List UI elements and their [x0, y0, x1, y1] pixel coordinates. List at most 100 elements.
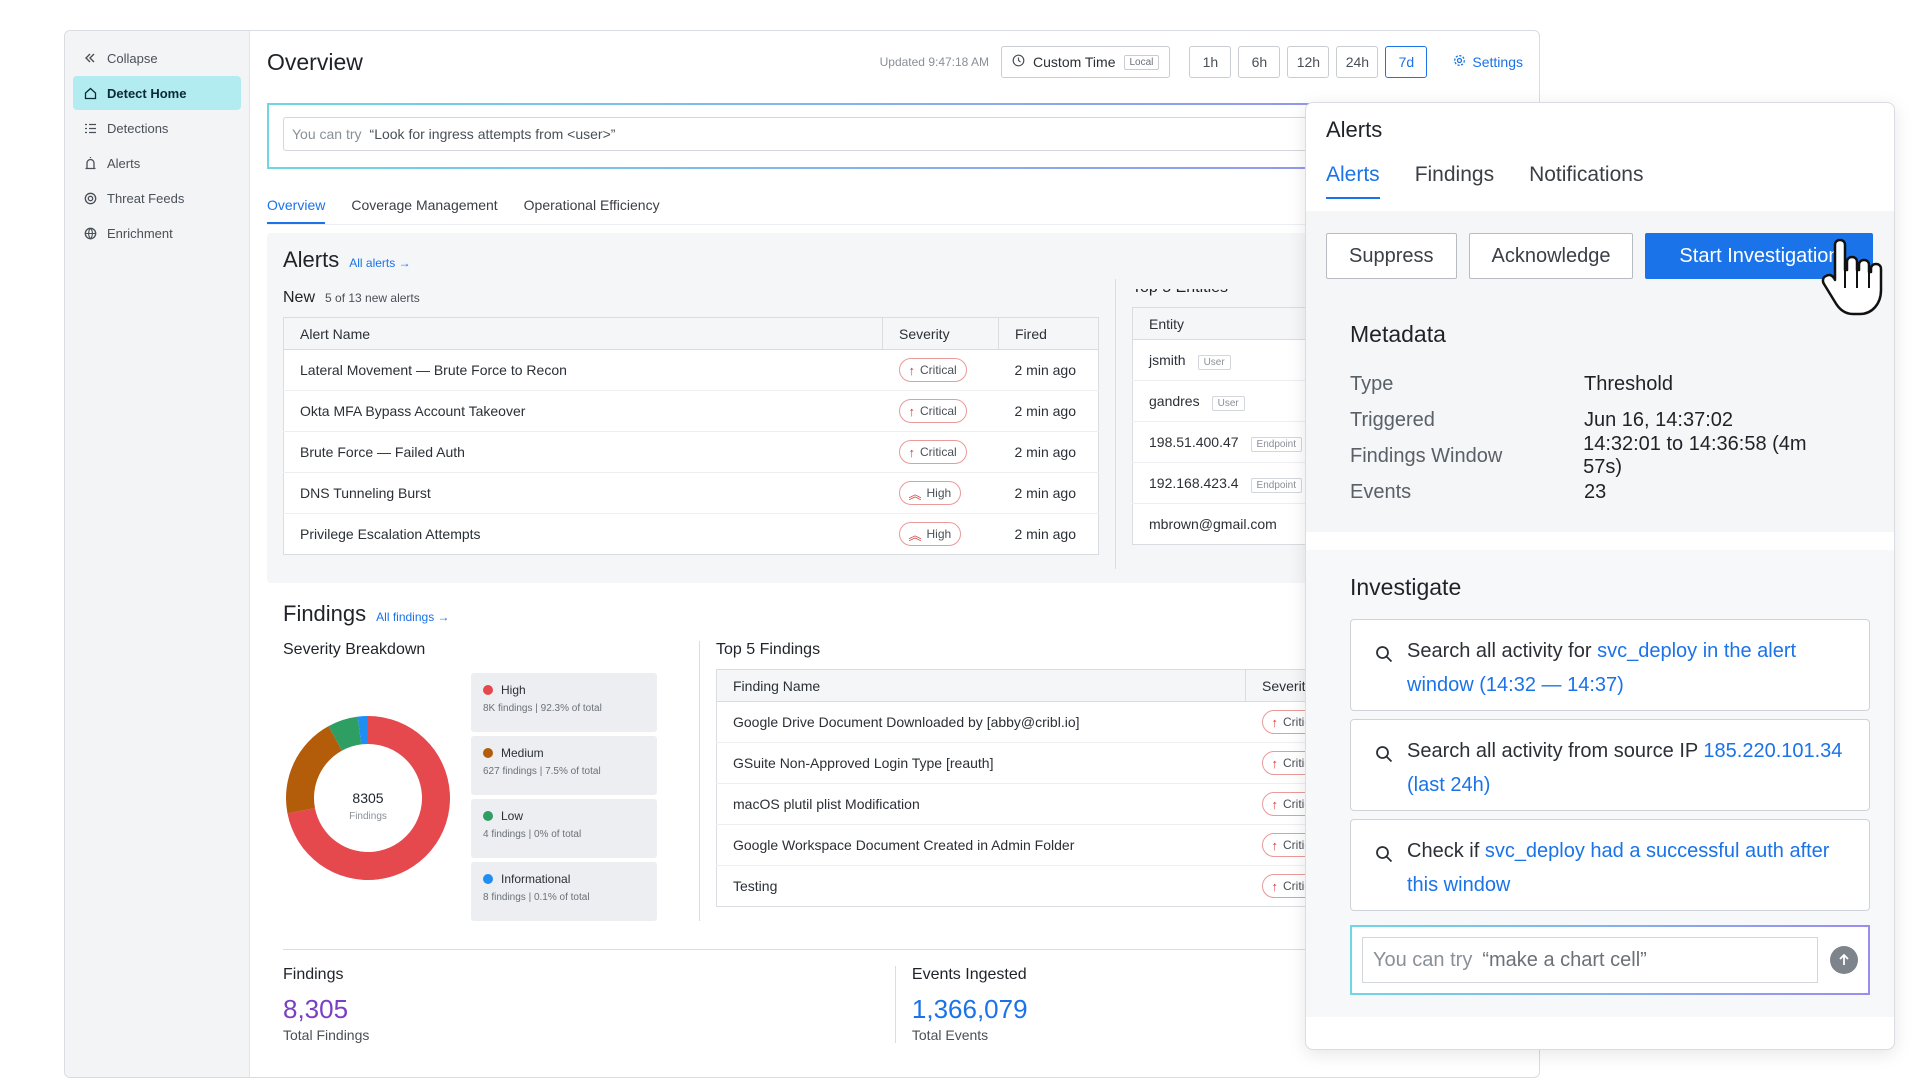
legend-label: Low	[501, 809, 524, 823]
donut-total-label: Findings	[349, 811, 387, 822]
clock-icon	[1012, 54, 1025, 70]
legend-item-informational[interactable]: Informational 8 findings | 0.1% of total	[471, 862, 657, 921]
tab-coverage-management[interactable]: Coverage Management	[351, 197, 497, 224]
sidebar-item-alerts[interactable]: Alerts	[73, 146, 241, 180]
entity-type-badge: Endpoint	[1250, 478, 1303, 493]
meta-row-findings-window: Findings Window 14:32:01 to 14:36:58 (4m …	[1350, 433, 1850, 478]
severity-label: Critical	[920, 445, 957, 459]
alert-fired: 2 min ago	[998, 349, 1099, 391]
sidebar-item-label: Detections	[107, 120, 169, 136]
investigate-card: Investigate Search all activity for svc_…	[1306, 550, 1894, 1017]
finding-name: Testing	[733, 878, 778, 894]
donut-slice-medium[interactable]	[286, 726, 342, 814]
finding-name: GSuite Non-Approved Login Type [reauth]	[716, 742, 1246, 784]
column-severity[interactable]: Severity	[882, 317, 999, 350]
custom-time-button[interactable]: Custom Time Local	[1001, 46, 1171, 78]
sidebar-item-detections[interactable]: Detections	[73, 111, 241, 145]
legend-item-medium[interactable]: Medium 627 findings | 7.5% of total	[471, 736, 657, 795]
meta-value: Threshold	[1584, 372, 1673, 395]
stat-sub: Total Findings	[283, 1027, 370, 1043]
all-alerts-link[interactable]: All alerts →	[349, 256, 410, 270]
legend-label: Medium	[501, 746, 544, 760]
table-row[interactable]: Brute Force — Failed Auth ↑ Critical 2 mi…	[283, 431, 1099, 473]
table-row[interactable]: GSuite Non-Approved Login Type [reauth] ↑…	[716, 742, 1316, 784]
collapse-button[interactable]: Collapse	[73, 41, 241, 75]
legend-item-high[interactable]: High 8K findings | 92.3% of total	[471, 673, 657, 732]
investigate-suggestion[interactable]: Search all activity for svc_deploy in th…	[1350, 619, 1870, 711]
alert-name: Lateral Movement — Brute Force to Recon	[283, 349, 883, 391]
column-fired[interactable]: Fired	[998, 317, 1099, 350]
sidebar-item-enrichment[interactable]: Enrichment	[73, 216, 241, 250]
table-row[interactable]: macOS plutil plist Modification↑Critical	[716, 783, 1316, 825]
table-row[interactable]: Google Workspace Document Created in Adm…	[716, 824, 1316, 866]
tab-operational-efficiency[interactable]: Operational Efficiency	[524, 197, 660, 224]
meta-key: Findings Window	[1350, 444, 1503, 467]
tab-alerts[interactable]: Alerts	[1326, 163, 1380, 199]
table-row[interactable]: mbrown@gmail.com	[1133, 504, 1333, 545]
range-6h-button[interactable]: 6h	[1238, 46, 1281, 78]
arrow-up-icon: ↑	[1271, 878, 1279, 894]
meta-key: Type	[1350, 372, 1394, 395]
meta-value: Jun 16, 14:37:02	[1584, 408, 1734, 431]
table-row[interactable]: 198.51.400.47 Endpoint	[1132, 421, 1332, 463]
finding-name: Google Workspace Document Created in Adm…	[716, 824, 1246, 866]
table-row[interactable]: Testing↑Critical	[717, 866, 1316, 907]
finding-name: macOS plutil plist Modification	[716, 783, 1246, 825]
panel-title: Alerts	[1326, 117, 1383, 142]
meta-row-type: Type Threshold	[1350, 366, 1850, 402]
panel-actions: Suppress Acknowledge Start Investigation	[1306, 211, 1894, 297]
legend-item-low[interactable]: Low 4 findings | 0% of total	[471, 799, 657, 858]
double-chevron-up-icon: ︽	[908, 527, 922, 543]
investigate-suggestion[interactable]: Check if svc_deploy had a successful aut…	[1350, 819, 1870, 911]
meta-row-events: Events 23	[1350, 474, 1850, 510]
table-row[interactable]: DNS Tunneling Burst ︽ High 2 min ago	[283, 472, 1099, 514]
suggestion-entity: svc_deploy	[1597, 640, 1698, 662]
updated-timestamp: Updated 9:47:18 AM	[879, 55, 990, 69]
alert-name: DNS Tunneling Burst	[283, 472, 883, 514]
table-row[interactable]: Lateral Movement — Brute Force to Recon …	[283, 349, 1099, 391]
alert-fired: 2 min ago	[998, 472, 1099, 514]
acknowledge-button[interactable]: Acknowledge	[1468, 233, 1634, 279]
range-12h-button[interactable]: 12h	[1287, 46, 1330, 78]
tab-notifications[interactable]: Notifications	[1529, 163, 1643, 199]
arrow-up-icon: ↑	[908, 403, 916, 419]
legend-label: Informational	[501, 872, 571, 886]
sidebar-item-detect-home[interactable]: Detect Home	[73, 76, 241, 110]
settings-button[interactable]: Settings	[1453, 54, 1523, 70]
panel-ask-input[interactable]: You can try “make a chart cell”	[1362, 937, 1818, 983]
range-24h-button[interactable]: 24h	[1336, 46, 1379, 78]
meta-key: Triggered	[1350, 408, 1435, 431]
table-row[interactable]: jsmith User	[1132, 339, 1332, 381]
range-1h-button[interactable]: 1h	[1189, 46, 1232, 78]
severity-badge: ︽ High	[898, 522, 962, 546]
search-icon	[1375, 634, 1395, 696]
investigate-suggestion[interactable]: Search all activity from source IP 185.2…	[1350, 719, 1870, 811]
all-findings-link[interactable]: All findings →	[376, 610, 449, 624]
severity-breakdown-title: Severity Breakdown	[283, 641, 426, 658]
legend-label: High	[501, 683, 526, 697]
low-dot-icon	[483, 811, 493, 821]
suppress-button[interactable]: Suppress	[1326, 233, 1457, 279]
table-row[interactable]: Privilege Escalation Attempts ︽ High 2 mi…	[284, 514, 1099, 555]
column-finding-name[interactable]: Finding Name	[716, 669, 1246, 702]
topbar: Overview Updated 9:47:18 AM Custom Time …	[267, 31, 1523, 93]
ask-hint: You can try	[292, 126, 362, 142]
table-row[interactable]: gandres User	[1132, 380, 1332, 422]
send-button[interactable]	[1830, 946, 1858, 974]
legend-sub: 4 findings | 0% of total	[483, 829, 582, 840]
table-row[interactable]: Okta MFA Bypass Account Takeover ↑ Critic…	[283, 390, 1099, 432]
entity-name: jsmith	[1149, 352, 1186, 368]
tab-findings[interactable]: Findings	[1415, 163, 1494, 199]
column-alert-name[interactable]: Alert Name	[283, 317, 883, 350]
table-row[interactable]: Google Drive Document Downloaded by [abb…	[716, 701, 1316, 743]
range-7d-button[interactable]: 7d	[1385, 46, 1428, 78]
ask-suggestion: “make a chart cell”	[1482, 948, 1647, 971]
sidebar-item-label: Threat Feeds	[107, 190, 185, 206]
table-row[interactable]: 192.168.423.4 Endpoint	[1132, 462, 1332, 504]
suggestion-scope: (last 24h)	[1407, 774, 1491, 796]
findings-title: Findings	[283, 601, 367, 626]
tab-overview[interactable]: Overview	[267, 197, 326, 224]
entity-name: 198.51.400.47	[1149, 434, 1239, 450]
sidebar-item-threat-feeds[interactable]: Threat Feeds	[73, 181, 241, 215]
column-entity[interactable]: Entity	[1132, 307, 1332, 340]
